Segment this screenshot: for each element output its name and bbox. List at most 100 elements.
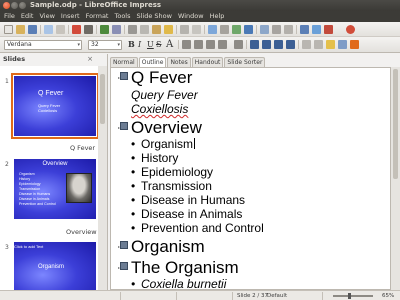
bullets-numbering-icon[interactable] xyxy=(350,40,359,49)
paragraph-icon[interactable] xyxy=(338,40,347,49)
bold-icon[interactable]: B xyxy=(128,39,135,50)
align-center-icon[interactable] xyxy=(194,40,203,49)
tab-normal[interactable]: Normal xyxy=(110,57,138,67)
move-down-icon[interactable] xyxy=(286,40,295,49)
spelling-icon[interactable] xyxy=(100,25,109,34)
chevron-down-icon[interactable]: ▾ xyxy=(77,41,80,49)
slide-layout-icon[interactable] xyxy=(300,25,309,34)
chart-icon[interactable] xyxy=(208,25,217,34)
close-window-button[interactable] xyxy=(3,2,10,9)
thumbnail-title: Q Fever xyxy=(38,90,64,97)
outline-bullet[interactable]: • Organism xyxy=(131,137,196,151)
scrollbar-thumb[interactable] xyxy=(100,74,105,124)
bullet-glyph: • xyxy=(131,179,136,193)
start-slideshow-icon[interactable] xyxy=(324,25,333,34)
slide-background: Overview Organism History Epidemiology T… xyxy=(14,159,96,219)
underline-icon[interactable]: U xyxy=(147,39,154,50)
slide-background: Q Fever Query Fever Coxiellosis xyxy=(14,76,96,136)
print-icon[interactable] xyxy=(84,25,93,34)
redo-icon[interactable] xyxy=(192,25,201,34)
tab-outline[interactable]: Outline xyxy=(138,57,167,67)
zoom-slider[interactable] xyxy=(333,295,373,297)
menu-tools[interactable]: Tools xyxy=(114,11,130,22)
scrollbar-thumb[interactable] xyxy=(393,69,398,179)
outline-bullet[interactable]: • Coxiella burnetii xyxy=(131,277,226,289)
menu-edit[interactable]: Edit xyxy=(21,11,34,22)
demote-icon[interactable] xyxy=(262,40,271,49)
copy-icon[interactable] xyxy=(140,25,149,34)
outline-scrollbar[interactable] xyxy=(391,67,400,290)
outline-slide-title[interactable]: Overview xyxy=(131,118,202,137)
slide-thumbnail-2[interactable]: Overview Organism History Epidemiology T… xyxy=(14,159,96,219)
justify-icon[interactable] xyxy=(218,40,227,49)
menu-format[interactable]: Format xyxy=(86,11,109,22)
open-folder-icon[interactable] xyxy=(16,25,25,34)
outline-subtitle[interactable]: Query Fever xyxy=(131,88,198,102)
email-icon[interactable] xyxy=(44,25,53,34)
clone-format-icon[interactable] xyxy=(164,25,173,34)
font-color-icon[interactable]: A xyxy=(166,39,173,50)
menu-help[interactable]: Help xyxy=(210,11,225,22)
outline-bullet-text: Organism xyxy=(141,137,194,151)
minimize-window-button[interactable] xyxy=(11,2,18,9)
menu-window[interactable]: Window xyxy=(178,11,204,22)
export-pdf-icon[interactable] xyxy=(72,25,81,34)
tab-slide-sorter[interactable]: Slide Sorter xyxy=(224,57,266,67)
slide-thumbnail-3[interactable]: Organism Click to add Text xyxy=(14,242,96,290)
slides-pane-scrollbar[interactable] xyxy=(98,66,107,290)
zoom-icon[interactable] xyxy=(284,25,293,34)
zoom-level[interactable]: 65% xyxy=(382,291,394,300)
promote-icon[interactable] xyxy=(250,40,259,49)
menu-file[interactable]: File xyxy=(4,11,15,22)
image-icon[interactable] xyxy=(232,25,241,34)
hyperlink-icon[interactable] xyxy=(244,25,253,34)
slide-thumbnail-1[interactable]: Q Fever Query Fever Coxiellosis xyxy=(11,73,98,139)
outline-bullet[interactable]: • Disease in Animals xyxy=(131,207,242,221)
menu-insert[interactable]: Insert xyxy=(61,11,80,22)
outline-bullet[interactable]: • Transmission xyxy=(131,179,212,193)
close-pane-icon[interactable]: × xyxy=(87,54,93,65)
autospell-icon[interactable] xyxy=(112,25,121,34)
navigator-icon[interactable] xyxy=(260,25,269,34)
maximize-window-button[interactable] xyxy=(19,2,26,9)
tab-handout[interactable]: Handout xyxy=(191,57,224,67)
zoom-slider-handle[interactable] xyxy=(348,293,351,299)
paste-icon[interactable] xyxy=(152,25,161,34)
decrease-spacing-icon[interactable] xyxy=(314,40,323,49)
toolbar-separator xyxy=(40,25,41,34)
tab-notes[interactable]: Notes xyxy=(167,57,191,67)
outline-slide-title[interactable]: Q Fever xyxy=(131,68,192,87)
outline-slide-title[interactable]: The Organism xyxy=(131,258,239,277)
toolbar-separator xyxy=(178,40,179,49)
outline-bullet[interactable]: • History xyxy=(131,151,178,165)
increase-spacing-icon[interactable] xyxy=(302,40,311,49)
move-up-icon[interactable] xyxy=(274,40,283,49)
italic-icon[interactable]: I xyxy=(138,39,141,50)
font-size-combo[interactable]: 32 ▾ xyxy=(88,40,122,50)
outline-slide-title[interactable]: Organism xyxy=(131,237,205,256)
new-document-icon[interactable] xyxy=(4,25,13,34)
save-icon[interactable] xyxy=(28,25,37,34)
outline-view[interactable]: ▸ Q Fever Query Fever Coxiellosis ▸ Over… xyxy=(110,67,391,290)
bullets-icon[interactable] xyxy=(234,40,243,49)
gallery-icon[interactable] xyxy=(272,25,281,34)
outline-bullet[interactable]: • Disease in Humans xyxy=(131,193,245,207)
undo-icon[interactable] xyxy=(180,25,189,34)
table-icon[interactable] xyxy=(220,25,229,34)
strikethrough-icon[interactable]: S xyxy=(156,39,161,50)
align-left-icon[interactable] xyxy=(182,40,191,49)
outline-bullet[interactable]: • Epidemiology xyxy=(131,165,213,179)
edit-file-icon[interactable] xyxy=(56,25,65,34)
help-icon[interactable] xyxy=(346,25,355,34)
outline-bullet[interactable]: • Prevention and Control xyxy=(131,221,264,235)
menu-view[interactable]: View xyxy=(39,11,54,22)
new-slide-icon[interactable] xyxy=(312,25,321,34)
cut-icon[interactable] xyxy=(128,25,137,34)
font-name-combo[interactable]: Verdana ▾ xyxy=(4,40,82,50)
chevron-down-icon[interactable]: ▾ xyxy=(117,41,120,49)
menu-slide-show[interactable]: Slide Show xyxy=(137,11,172,22)
align-right-icon[interactable] xyxy=(206,40,215,49)
outline-subtitle[interactable]: Coxiellosis xyxy=(131,102,188,116)
character-icon[interactable] xyxy=(326,40,335,49)
outline-bullet-text: Disease in Humans xyxy=(141,193,246,207)
